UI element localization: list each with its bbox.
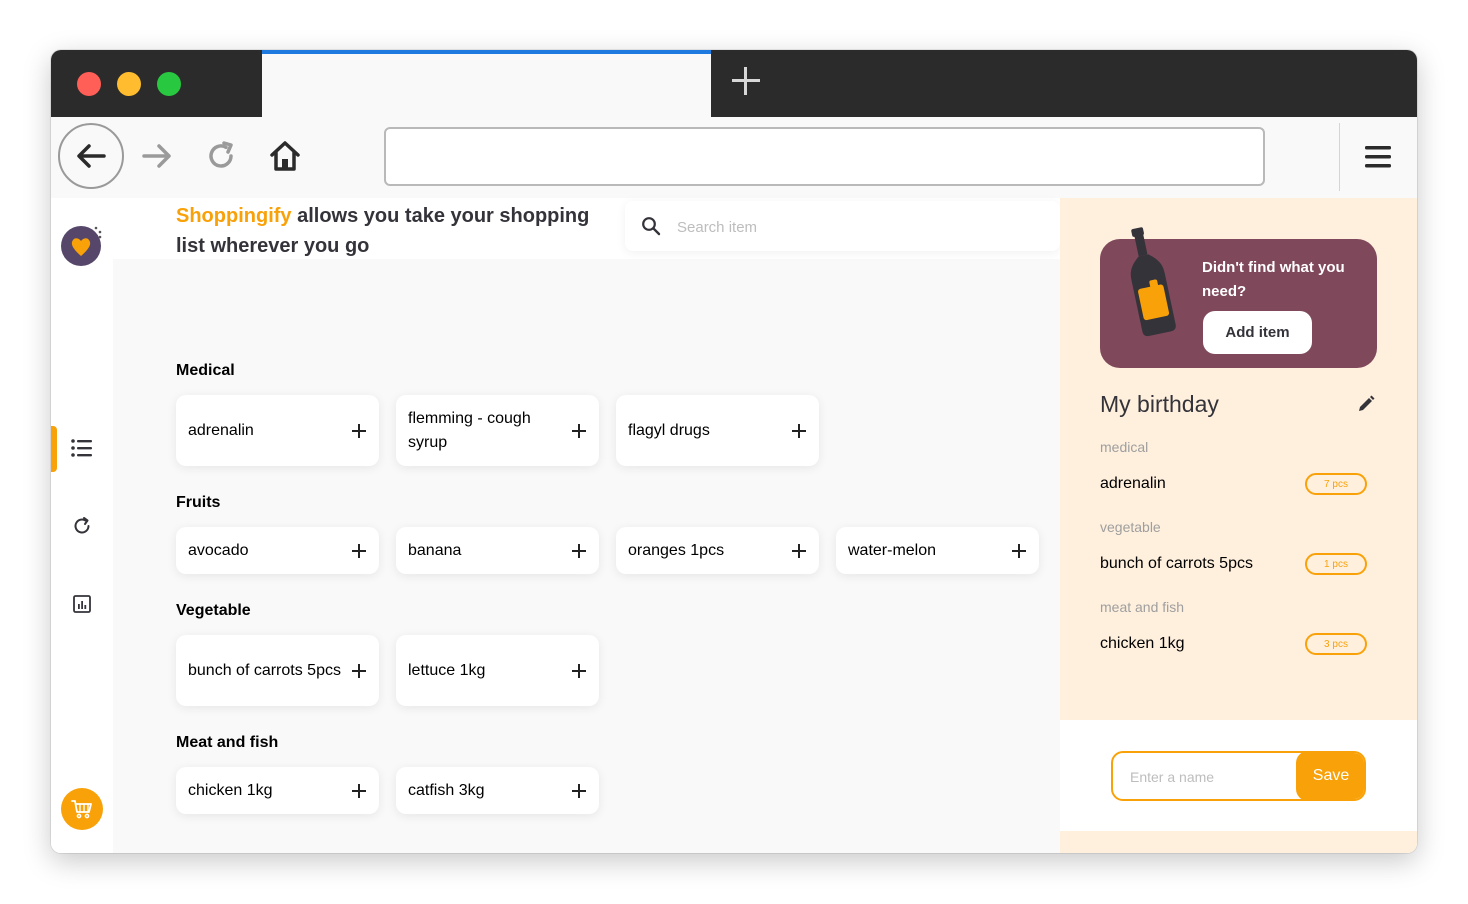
- edit-icon[interactable]: [1356, 394, 1376, 414]
- item-card[interactable]: chicken 1kg: [176, 767, 379, 814]
- sidebar-item-history[interactable]: [70, 514, 94, 538]
- logo-icon[interactable]: [61, 224, 103, 266]
- plus-icon[interactable]: [351, 423, 367, 439]
- search-input[interactable]: [675, 211, 1039, 243]
- url-bar[interactable]: [384, 127, 1265, 186]
- promo-text: Didn't find what you need?: [1202, 259, 1345, 300]
- category-title: Meat and fish: [176, 734, 279, 751]
- sidebar-item-items[interactable]: [70, 436, 94, 460]
- statistics-icon: [73, 595, 91, 613]
- category-title: Medical: [176, 362, 235, 379]
- add-item-button[interactable]: Add item: [1203, 311, 1312, 354]
- item-name: banana: [408, 541, 462, 559]
- home-icon: [270, 141, 300, 171]
- quantity-badge[interactable]: 1 pcs: [1305, 553, 1367, 575]
- plus-icon[interactable]: [791, 543, 807, 559]
- title-bar: [51, 50, 1417, 117]
- item-name: avocado: [188, 541, 249, 559]
- list-category: meat and fish: [1100, 599, 1185, 615]
- arrow-right-icon: [142, 144, 171, 168]
- item-name: oranges 1pcs: [628, 541, 725, 559]
- item-name: chicken 1kg: [188, 781, 273, 799]
- item-name: adrenalin: [188, 421, 254, 439]
- item-card[interactable]: oranges 1pcs: [616, 527, 819, 574]
- list-category: vegetable: [1100, 519, 1161, 535]
- plus-icon[interactable]: [1011, 543, 1027, 559]
- sidebar-item-statistics[interactable]: [70, 592, 94, 616]
- page-content: Shoppingify allows you take your shoppin…: [51, 198, 1417, 853]
- shopping-list-panel: Didn't find what you need? Add item My b…: [1060, 198, 1417, 853]
- browser-toolbar: [51, 117, 1417, 199]
- cart-icon: [71, 800, 92, 819]
- list-category: medical: [1100, 439, 1149, 455]
- plus-icon[interactable]: [571, 543, 587, 559]
- category-title: Fruits: [176, 494, 221, 511]
- item-name: water-melon: [848, 541, 937, 559]
- menu-button[interactable]: [1363, 142, 1393, 172]
- item-card[interactable]: water-melon: [836, 527, 1039, 574]
- items-main: Shoppingify allows you take your shoppin…: [113, 198, 1060, 853]
- app-sidebar: [51, 198, 113, 853]
- list-name-field: Save: [1111, 751, 1366, 801]
- minimize-window-button[interactable]: [117, 72, 141, 96]
- hamburger-icon: [1365, 146, 1391, 168]
- back-button[interactable]: [58, 123, 124, 189]
- maximize-window-button[interactable]: [157, 72, 181, 96]
- item-card[interactable]: avocado: [176, 527, 379, 574]
- search-box[interactable]: [625, 201, 1060, 251]
- item-name: bunch of carrots 5pcs: [188, 661, 341, 679]
- plus-icon[interactable]: [791, 423, 807, 439]
- item-card[interactable]: bunch of carrots 5pcs: [176, 635, 379, 706]
- reload-icon: [209, 141, 233, 168]
- plus-icon[interactable]: [729, 64, 763, 98]
- toolbar-divider: [1339, 123, 1340, 191]
- close-window-button[interactable]: [77, 72, 101, 96]
- item-card[interactable]: lettuce 1kg: [396, 635, 599, 706]
- bottle-icon: [1130, 227, 1176, 337]
- item-card[interactable]: banana: [396, 527, 599, 574]
- list-item-name: bunch of carrots 5pcs: [1100, 555, 1253, 572]
- arrow-left-icon: [77, 144, 106, 168]
- item-card[interactable]: adrenalin: [176, 395, 379, 466]
- item-name: flagyl drugs: [628, 421, 710, 439]
- plus-icon[interactable]: [351, 663, 367, 679]
- browser-window: Shoppingify allows you take your shoppin…: [51, 50, 1417, 853]
- history-icon: [74, 517, 90, 534]
- brand-name: Shoppingify: [176, 205, 292, 227]
- item-name: catfish 3kg: [408, 781, 485, 799]
- quantity-badge[interactable]: 7 pcs: [1305, 473, 1367, 495]
- save-list-area: Save: [1060, 720, 1417, 831]
- item-card[interactable]: catfish 3kg: [396, 767, 599, 814]
- cart-button[interactable]: [61, 788, 103, 830]
- sidebar-active-indicator: [51, 426, 57, 472]
- list-item-name: chicken 1kg: [1100, 635, 1185, 652]
- item-name: lettuce 1kg: [408, 661, 486, 679]
- home-button[interactable]: [252, 123, 318, 189]
- quantity-badge[interactable]: 3 pcs: [1305, 633, 1367, 655]
- hero-heading: Shoppingify allows you take your shoppin…: [176, 201, 616, 261]
- list-title: My birthday: [1100, 391, 1219, 417]
- browser-tab-active[interactable]: [262, 50, 711, 117]
- search-icon: [642, 217, 661, 236]
- plus-icon[interactable]: [571, 783, 587, 799]
- item-card[interactable]: flagyl drugs: [616, 395, 819, 466]
- add-item-promo: Didn't find what you need? Add item: [1100, 227, 1377, 368]
- list-icon: [71, 439, 92, 457]
- plus-icon[interactable]: [571, 663, 587, 679]
- list-item-name: adrenalin: [1100, 475, 1166, 492]
- plus-icon[interactable]: [351, 783, 367, 799]
- item-card[interactable]: flemming - cough syrup: [396, 395, 599, 466]
- item-name: flemming - cough syrup: [408, 409, 531, 451]
- list-name-input[interactable]: [1128, 764, 1292, 790]
- category-title: Vegetable: [176, 602, 251, 619]
- reload-button[interactable]: [188, 123, 254, 189]
- plus-icon[interactable]: [571, 423, 587, 439]
- plus-icon[interactable]: [351, 543, 367, 559]
- forward-button[interactable]: [124, 123, 190, 189]
- save-button[interactable]: Save: [1296, 753, 1364, 799]
